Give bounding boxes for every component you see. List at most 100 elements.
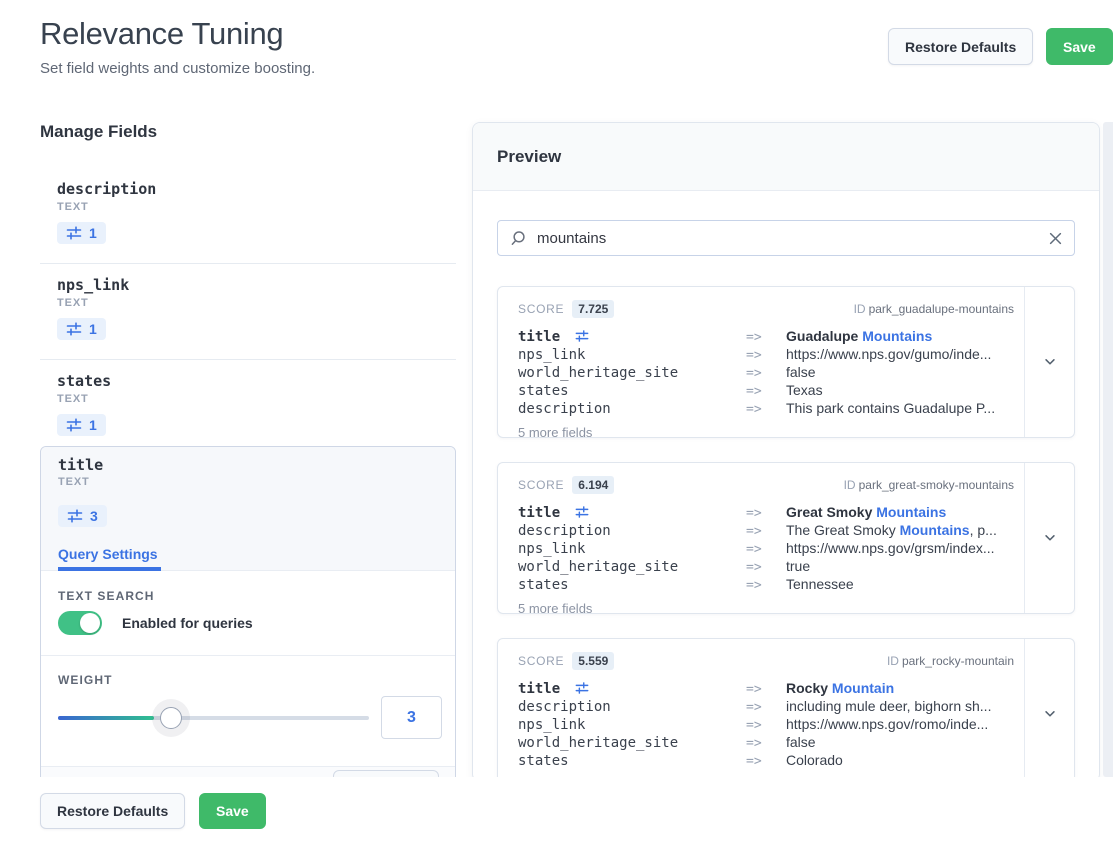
- result-rows: title => Guadalupe Mountains nps_link =>…: [518, 327, 1014, 418]
- result-arrow: =>: [746, 578, 786, 594]
- field-list-item[interactable]: description TEXT 1: [40, 168, 456, 264]
- result-field-name: states: [518, 577, 746, 593]
- result-field-value: https://www.nps.gov/gumo/inde...: [786, 346, 1014, 362]
- result-field-name: description: [518, 523, 746, 539]
- selected-field-card: title TEXT 3 Query Settings TEXT SEARCH …: [40, 446, 456, 790]
- field-weight-badge: 1: [57, 222, 106, 244]
- result-main: SCORE 7.725 IDpark_guadalupe-mountains t…: [498, 287, 1024, 437]
- manage-fields-heading: Manage Fields: [40, 122, 157, 142]
- result-arrow: =>: [746, 402, 786, 418]
- field-weight-value: 3: [90, 508, 98, 524]
- weight-slider[interactable]: [58, 716, 369, 720]
- toggle-label: Enabled for queries: [122, 615, 253, 631]
- result-arrow: =>: [746, 560, 786, 576]
- result-field-row: nps_link => https://www.nps.gov/grsm/ind…: [518, 540, 1014, 558]
- result-arrow: =>: [746, 682, 786, 698]
- result-field-row: description => The Great Smoky Mountains…: [518, 522, 1014, 540]
- more-fields-label: 5 more fields: [518, 425, 1014, 437]
- slider-handle[interactable]: [160, 707, 182, 729]
- result-field-row: world_heritage_site => false: [518, 734, 1014, 752]
- restore-defaults-button[interactable]: Restore Defaults: [40, 793, 185, 829]
- page-title: Relevance Tuning: [40, 16, 283, 52]
- expand-result-button[interactable]: [1024, 463, 1074, 613]
- result-field-name: title: [518, 503, 746, 521]
- section-divider: [41, 655, 455, 656]
- sliders-icon: [66, 417, 82, 433]
- preview-header: Preview: [473, 123, 1099, 191]
- result-card: SCORE 6.194 IDpark_great-smoky-mountains…: [497, 462, 1075, 614]
- restore-defaults-button[interactable]: Restore Defaults: [888, 28, 1033, 65]
- preview-body: SCORE 7.725 IDpark_guadalupe-mountains t…: [473, 191, 1099, 782]
- result-rows: title => Great Smoky Mountains descripti…: [518, 503, 1014, 594]
- result-main: SCORE 5.559 IDpark_rocky-mountain title …: [498, 639, 1024, 782]
- clipped-panel-edge: [1103, 122, 1113, 777]
- chevron-down-icon: [1043, 355, 1057, 369]
- result-field-value: Great Smoky Mountains: [786, 504, 1014, 520]
- search-box: [497, 220, 1075, 256]
- field-list-item[interactable]: nps_link TEXT 1: [40, 264, 456, 360]
- result-arrow: =>: [746, 348, 786, 364]
- field-weight-badge: 1: [57, 414, 106, 436]
- sliders-icon: [66, 225, 82, 241]
- result-field-value: true: [786, 558, 1014, 574]
- score-label: SCORE: [518, 654, 564, 668]
- page-subtitle: Set field weights and customize boosting…: [40, 60, 315, 77]
- clear-search-icon[interactable]: [1049, 232, 1062, 245]
- tab-underline: [58, 567, 161, 571]
- score-badge: 6.194: [572, 476, 614, 494]
- preview-panel: Preview SCORE 7.725 IDpark_guadalupe-mou…: [472, 122, 1100, 782]
- save-button[interactable]: Save: [199, 793, 266, 829]
- result-field-row: title => Rocky Mountain: [518, 679, 1014, 698]
- result-arrow: =>: [746, 718, 786, 734]
- result-field-name: title: [518, 327, 746, 345]
- result-field-value: Rocky Mountain: [786, 680, 1014, 696]
- result-field-row: title => Great Smoky Mountains: [518, 503, 1014, 522]
- result-field-name: world_heritage_site: [518, 559, 746, 575]
- result-arrow: =>: [746, 700, 786, 716]
- result-field-row: states => Colorado: [518, 752, 1014, 770]
- result-arrow: =>: [746, 524, 786, 540]
- result-card: SCORE 7.725 IDpark_guadalupe-mountains t…: [497, 286, 1075, 438]
- result-field-value: Tennessee: [786, 576, 1014, 592]
- result-field-value: false: [786, 364, 1014, 380]
- field-weight-value: 1: [89, 417, 97, 433]
- result-field-name: title: [518, 679, 746, 697]
- result-field-row: states => Texas: [518, 382, 1014, 400]
- slider-fill: [58, 716, 154, 720]
- field-list-item[interactable]: states TEXT 1: [40, 360, 456, 456]
- result-field-value: This park contains Guadalupe P...: [786, 400, 1014, 416]
- save-button[interactable]: Save: [1046, 28, 1113, 65]
- expand-result-button[interactable]: [1024, 287, 1074, 437]
- field-name: description: [57, 180, 439, 198]
- result-field-name: description: [518, 699, 746, 715]
- text-search-toggle[interactable]: [58, 611, 102, 635]
- result-arrow: =>: [746, 754, 786, 770]
- result-id: IDpark_rocky-mountain: [887, 654, 1014, 668]
- sliders-icon: [67, 508, 83, 524]
- search-icon: [510, 230, 527, 247]
- result-field-row: nps_link => https://www.nps.gov/romo/ind…: [518, 716, 1014, 734]
- expand-result-button[interactable]: [1024, 639, 1074, 782]
- preview-title: Preview: [497, 147, 561, 167]
- score-badge: 5.559: [572, 652, 614, 670]
- result-field-row: nps_link => https://www.nps.gov/gumo/ind…: [518, 346, 1014, 364]
- result-field-value: https://www.nps.gov/romo/inde...: [786, 716, 1014, 732]
- result-field-value: false: [786, 734, 1014, 750]
- result-field-row: description => This park contains Guadal…: [518, 400, 1014, 418]
- result-field-value: Guadalupe Mountains: [786, 328, 1014, 344]
- field-type-label: TEXT: [57, 393, 439, 405]
- sliders-icon: [566, 507, 588, 523]
- result-field-row: world_heritage_site => true: [518, 558, 1014, 576]
- tab-query-settings[interactable]: Query Settings: [58, 546, 158, 562]
- chevron-down-icon: [1043, 707, 1057, 721]
- result-field-value: including mule deer, bighorn sh...: [786, 698, 1014, 714]
- search-input[interactable]: [537, 230, 1039, 247]
- more-fields-label: 5 more fields: [518, 601, 1014, 613]
- result-arrow: =>: [746, 542, 786, 558]
- field-weight-value: 1: [89, 225, 97, 241]
- weight-value-box[interactable]: 3: [381, 696, 442, 739]
- field-name: nps_link: [57, 276, 439, 294]
- field-type-label: TEXT: [57, 297, 439, 309]
- score-badge: 7.725: [572, 300, 614, 318]
- result-card: SCORE 5.559 IDpark_rocky-mountain title …: [497, 638, 1075, 782]
